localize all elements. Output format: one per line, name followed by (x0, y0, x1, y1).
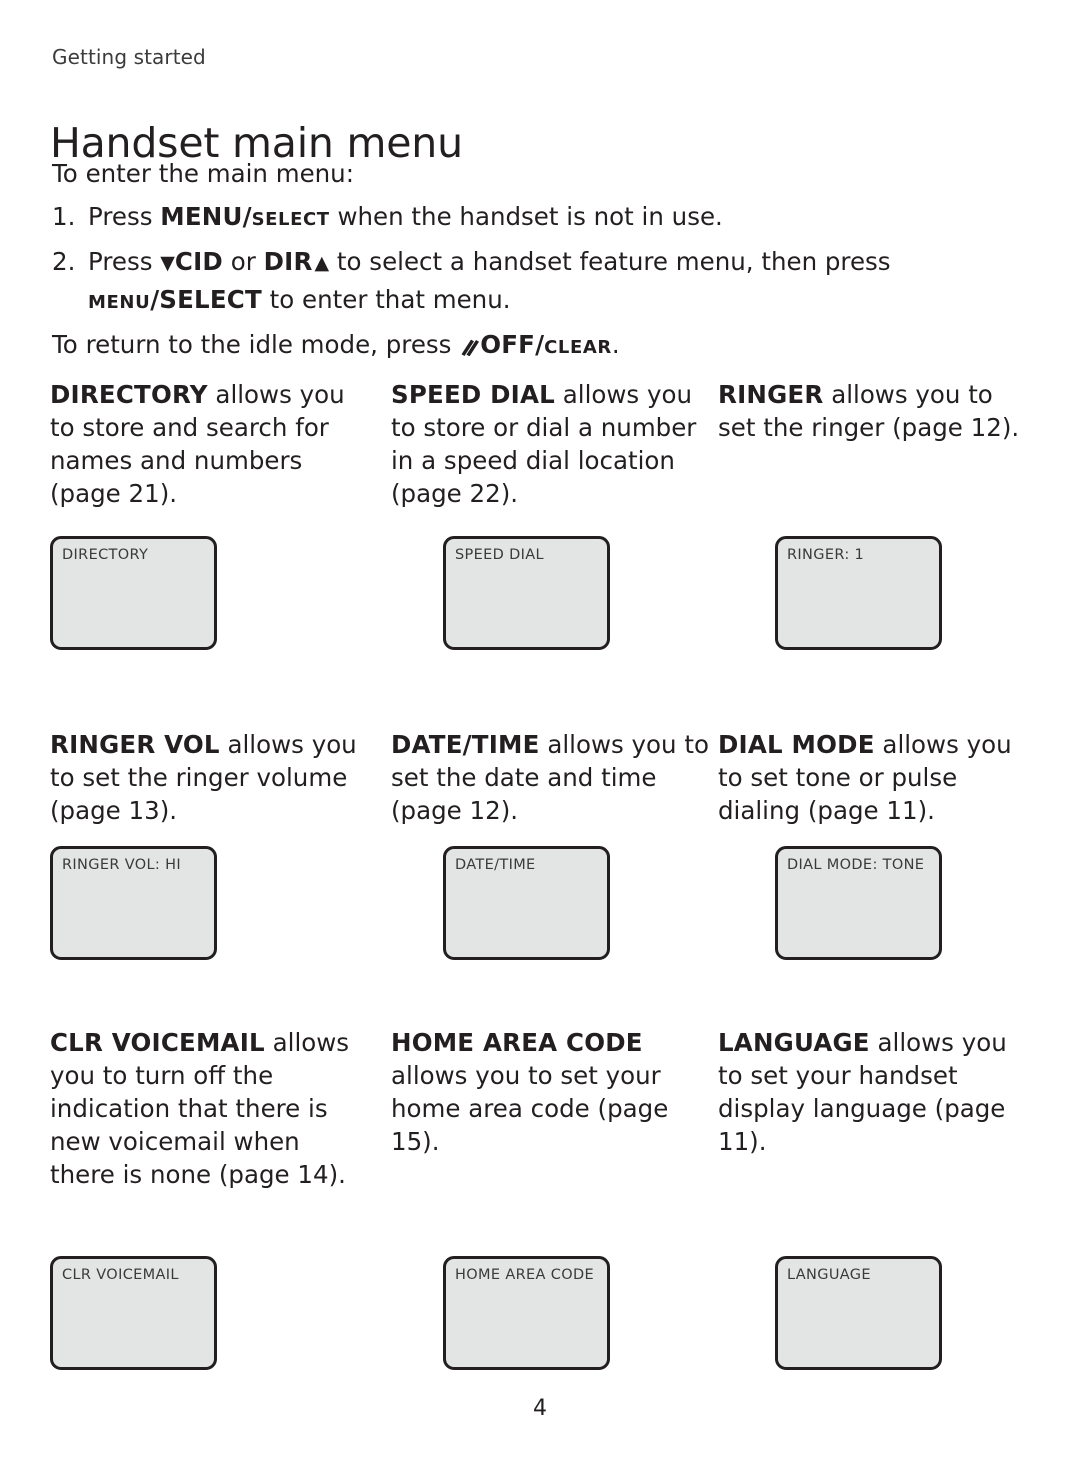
step-1-pre-text: Press (88, 202, 161, 231)
lcd-screen-directory: DIRECTORY (50, 536, 217, 650)
clear-key-label: CLEAR (544, 337, 612, 358)
lcd-screen-text: RINGER: 1 (787, 547, 865, 563)
closing-instruction: To return to the idle mode, press OFF/CL… (52, 326, 1032, 367)
feature-row: DIRECTORY allows you to store and search… (0, 378, 1080, 728)
feature-menu-grid: DIRECTORY allows you to store and search… (0, 378, 1080, 1386)
menu-key-label: MENU (160, 202, 243, 231)
off-hook-phone-icon (459, 337, 480, 356)
manual-page: Getting started Handset main menu To ent… (0, 0, 1080, 1465)
feature-cell-language: LANGUAGE allows you to set your handset … (718, 1026, 1038, 1370)
feature-cell-ringer-vol: RINGER VOL allows you to set the ringer … (50, 728, 370, 960)
feature-name: RINGER VOL (50, 730, 220, 759)
lcd-screen-dial-mode: DIAL MODE: TONE (775, 846, 942, 960)
feature-name: DIAL MODE (718, 730, 875, 759)
lcd-screen-language: LANGUAGE (775, 1256, 942, 1370)
feature-description: LANGUAGE allows you to set your handset … (718, 1026, 1038, 1158)
lcd-screen-home-area-code: HOME AREA CODE (443, 1256, 610, 1370)
lcd-screen-text: DIAL MODE: TONE (787, 857, 925, 873)
step-2-mid-text: or (222, 247, 264, 276)
step-2-pre-text: Press (88, 247, 161, 276)
feature-description: DIAL MODE allows you to set tone or puls… (718, 728, 1038, 827)
cid-key-label: CID (174, 247, 223, 276)
step-2-number: 2. (52, 247, 76, 276)
feature-description: CLR VOICEMAIL allows you to turn off the… (50, 1026, 370, 1191)
step-2-continuation: MENU/SELECT to enter that menu. (52, 281, 1032, 322)
dir-key-label: DIR (263, 247, 313, 276)
feature-row: RINGER VOL allows you to set the ringer … (0, 728, 1080, 1026)
feature-description: SPEED DIAL allows you to store or dial a… (391, 378, 711, 510)
feature-description: HOME AREA CODE allows you to set your ho… (391, 1026, 711, 1158)
feature-description: DATE/TIME allows you to set the date and… (391, 728, 711, 827)
arrow-down-icon: ▼ (160, 252, 175, 274)
lcd-screen-ringer-vol: RINGER VOL: HI (50, 846, 217, 960)
key-separator-slash: / (242, 202, 252, 231)
feature-cell-dial-mode: DIAL MODE allows you to set tone or puls… (718, 728, 1038, 960)
feature-cell-home-area-code: HOME AREA CODE allows you to set your ho… (391, 1026, 711, 1370)
intro-lead-text: To enter the main menu: (52, 159, 354, 188)
lcd-screen-text: SPEED DIAL (455, 547, 544, 563)
feature-description: RINGER allows you to set the ringer (pag… (718, 378, 1038, 444)
menu-key-label-small: MENU (88, 292, 151, 313)
step-1-post-text: when the handset is not in use. (329, 202, 723, 231)
lcd-screen-date-time: DATE/TIME (443, 846, 610, 960)
step-2-continuation-text: to enter that menu. (261, 285, 511, 314)
feature-name: RINGER (718, 380, 824, 409)
select-key-label-large: SELECT (159, 285, 262, 314)
lcd-screen-text: HOME AREA CODE (455, 1267, 595, 1283)
step-2-post-text: to select a handset feature menu, then p… (329, 247, 891, 276)
feature-description: DIRECTORY allows you to store and search… (50, 378, 370, 510)
closing-post-text: . (611, 330, 620, 359)
select-key-label: SELECT (251, 209, 330, 230)
lcd-screen-ringer: RINGER: 1 (775, 536, 942, 650)
feature-description: RINGER VOL allows you to set the ringer … (50, 728, 370, 827)
feature-cell-speed-dial: SPEED DIAL allows you to store or dial a… (391, 378, 711, 650)
lcd-screen-text: DATE/TIME (455, 857, 536, 873)
feature-cell-clr-voicemail: CLR VOICEMAIL allows you to turn off the… (50, 1026, 370, 1370)
step-2: 2. Press ▼CID or DIR ▲ to select a handset… (52, 243, 1032, 322)
lcd-screen-speed-dial: SPEED DIAL (443, 536, 610, 650)
feature-row: CLR VOICEMAIL allows you to turn off the… (0, 1026, 1080, 1386)
feature-name: DIRECTORY (50, 380, 208, 409)
lcd-screen-text: LANGUAGE (787, 1267, 871, 1283)
instructions-block: To enter the main menu: 1. Press MENU/SEL… (52, 155, 1032, 367)
closing-pre-text: To return to the idle mode, press (52, 330, 460, 359)
page-number: 4 (533, 1396, 547, 1421)
step-1-number: 1. (52, 202, 76, 231)
feature-name: SPEED DIAL (391, 380, 555, 409)
feature-cell-directory: DIRECTORY allows you to store and search… (50, 378, 370, 650)
feature-cell-date-time: DATE/TIME allows you to set the date and… (391, 728, 711, 960)
lcd-screen-clr-voicemail: CLR VOICEMAIL (50, 1256, 217, 1370)
feature-name: CLR VOICEMAIL (50, 1028, 265, 1057)
lcd-screen-text: CLR VOICEMAIL (62, 1267, 179, 1283)
running-header: Getting started (52, 45, 206, 69)
arrow-up-icon: ▲ (314, 252, 330, 274)
feature-cell-ringer: RINGER allows you to set the ringer (pag… (718, 378, 1038, 650)
step-1: 1. Press MENU/SELECT when the handset is … (52, 198, 1032, 239)
feature-name: LANGUAGE (718, 1028, 870, 1057)
feature-desc-text: allows you to set your home area code (p… (391, 1061, 669, 1156)
feature-name: DATE/TIME (391, 730, 540, 759)
lcd-screen-text: DIRECTORY (62, 547, 149, 563)
lcd-screen-text: RINGER VOL: HI (62, 857, 182, 873)
feature-name: HOME AREA CODE (391, 1028, 643, 1057)
off-key-label: OFF (480, 330, 536, 359)
key-separator-slash: / (535, 330, 545, 359)
key-separator-slash: / (150, 285, 160, 314)
